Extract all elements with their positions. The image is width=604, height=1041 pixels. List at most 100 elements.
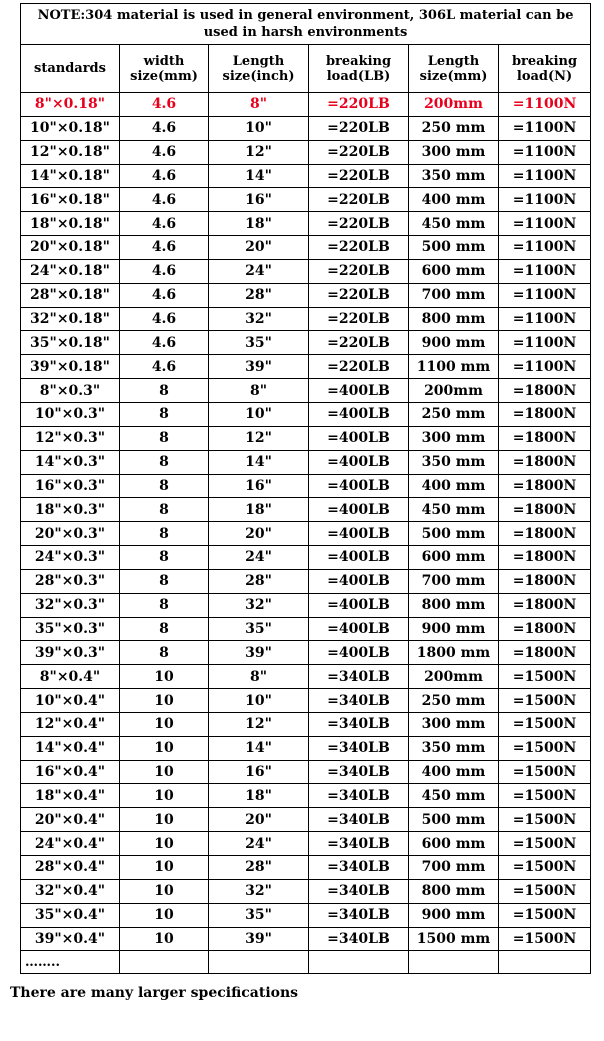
cell-standard: 12"×0.4" [20,711,120,737]
cell-breaking-load-lb: =220LB [308,282,409,308]
table-row: 24"×0.3" 8 24" =400LB 600 mm =1800N [20,545,592,570]
cell-length-inch: 8" [208,92,309,117]
table-row: 10"×0.18" 4.6 10" =220LB 250 mm =1100N [20,115,592,141]
cell-length-mm: 800 mm [408,592,499,618]
cell-breaking-load-n: =1800N [497,378,592,403]
cell-breaking-load-lb: =400LB [308,592,409,618]
cell-length-inch: 20" [208,521,309,547]
cell-standard: 39"×0.18" [20,354,120,380]
cell-breaking-load-n: =1100N [497,92,592,117]
cell-standard: 35"×0.18" [20,330,120,356]
cell-breaking-load-lb: =220LB [308,306,409,332]
cell-standard: 24"×0.3" [20,545,120,570]
header-breaking-load-lb: breaking load(LB) [308,44,409,93]
cell-breaking-load-lb: =220LB [308,235,409,260]
footer-note: There are many larger specifications [10,985,299,1001]
cell-length-mm: 600 mm [408,831,499,856]
empty-cell [497,950,592,975]
cell-length-mm: 350 mm [408,735,499,761]
cell-length-inch: 8" [208,378,309,403]
cell-standard: 39"×0.4" [20,926,120,952]
cell-length-inch: 39" [208,926,309,952]
empty-cell [408,950,499,975]
cell-standard: 8"×0.3" [20,378,120,403]
cell-length-mm: 300 mm [408,139,499,165]
cell-length-inch: 32" [208,878,309,904]
cell-length-mm: 700 mm [408,568,499,594]
cell-length-mm: 450 mm [408,211,499,237]
cell-breaking-load-n: =1500N [497,688,592,713]
cell-width-mm: 4.6 [119,235,209,260]
cell-width-mm: 4.6 [119,282,209,308]
cell-breaking-load-n: =1500N [497,735,592,761]
cell-standard: 16"×0.3" [20,473,120,499]
table-row: 39"×0.3" 8 39" =400LB 1800 mm =1800N [20,640,592,666]
table-row: 39"×0.4" 10 39" =340LB 1500 mm =1500N [20,926,592,952]
cell-breaking-load-lb: =340LB [308,807,409,833]
note-row: NOTE:304 material is used in general env… [19,3,592,45]
cell-width-mm: 8 [119,401,209,427]
cell-length-mm: 500 mm [408,807,499,833]
cell-length-mm: 600 mm [408,545,499,570]
cell-breaking-load-lb: =340LB [308,831,409,856]
cell-standard: 35"×0.3" [20,616,120,642]
cell-length-inch: 16" [208,473,309,499]
cell-breaking-load-n: =1100N [497,354,592,380]
cell-standard: 14"×0.3" [20,449,120,475]
table-row: 10"×0.4" 10 10" =340LB 250 mm =1500N [20,688,592,713]
table-row: 12"×0.3" 8 12" =400LB 300 mm =1800N [20,425,592,451]
cell-width-mm: 4.6 [119,354,209,380]
cell-length-inch: 20" [208,807,309,833]
cell-length-inch: 32" [208,306,309,332]
cell-breaking-load-n: =1800N [497,425,592,451]
cell-length-inch: 10" [208,115,309,141]
cell-breaking-load-lb: =400LB [308,401,409,427]
cell-width-mm: 8 [119,449,209,475]
table-row: 32"×0.3" 8 32" =400LB 800 mm =1800N [20,592,592,618]
cell-length-mm: 250 mm [408,401,499,427]
cell-breaking-load-n: =1800N [497,521,592,547]
cell-standard: 10"×0.4" [20,688,120,713]
cell-breaking-load-n: =1800N [497,592,592,618]
table-row: 20"×0.4" 10 20" =340LB 500 mm =1500N [20,807,592,833]
cell-standard: 10"×0.3" [20,401,120,427]
cell-standard: 24"×0.18" [20,258,120,284]
cell-length-mm: 900 mm [408,616,499,642]
cell-width-mm: 4.6 [119,92,209,117]
cell-breaking-load-n: =1100N [497,330,592,356]
cell-length-mm: 300 mm [408,425,499,451]
cell-length-inch: 18" [208,211,309,237]
table-row: 14"×0.3" 8 14" =400LB 350 mm =1800N [20,449,592,475]
cell-length-mm: 800 mm [408,878,499,904]
cell-length-inch: 8" [208,664,309,690]
cell-length-mm: 250 mm [408,115,499,141]
cell-breaking-load-lb: =220LB [308,330,409,356]
table-row: 32"×0.18" 4.6 32" =220LB 800 mm =1100N [20,306,592,332]
cell-breaking-load-n: =1500N [497,664,592,690]
cell-breaking-load-lb: =400LB [308,378,409,403]
cell-length-mm: 400 mm [408,759,499,785]
cell-length-inch: 28" [208,855,309,880]
cell-breaking-load-n: =1500N [497,831,592,856]
cell-breaking-load-n: =1100N [497,282,592,308]
cell-breaking-load-lb: =400LB [308,616,409,642]
cell-length-inch: 24" [208,831,309,856]
cell-breaking-load-n: =1500N [497,926,592,952]
ellipsis-row: …….. [20,950,592,975]
cell-length-mm: 600 mm [408,258,499,284]
cell-standard: 12"×0.3" [20,425,120,451]
table-row: 14"×0.18" 4.6 14" =220LB 350 mm =1100N [20,163,592,189]
cell-breaking-load-n: =1100N [497,163,592,189]
cell-width-mm: 8 [119,568,209,594]
cell-length-mm: 1100 mm [408,354,499,380]
table-row: 8"×0.3" 8 8" =400LB 200mm =1800N [20,378,592,403]
cell-width-mm: 10 [119,831,209,856]
cell-breaking-load-n: =1500N [497,711,592,737]
cell-breaking-load-n: =1800N [497,401,592,427]
cell-breaking-load-lb: =220LB [308,258,409,284]
cell-length-inch: 18" [208,497,309,523]
cell-width-mm: 8 [119,545,209,570]
cell-length-mm: 400 mm [408,473,499,499]
table-row: 12"×0.18" 4.6 12" =220LB 300 mm =1100N [20,139,592,165]
cell-breaking-load-n: =1500N [497,878,592,904]
